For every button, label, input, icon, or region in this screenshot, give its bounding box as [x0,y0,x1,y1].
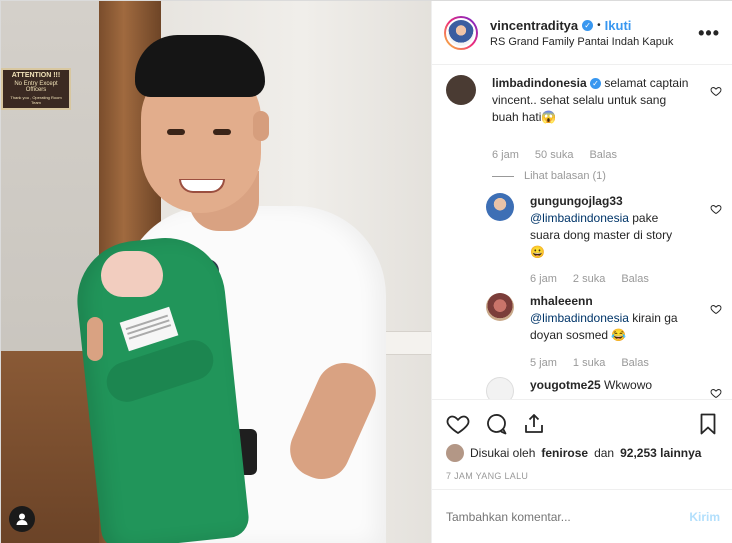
comment-text: limbadindonesia ✓ selamat captain vincen… [492,75,692,126]
user-icon [16,513,28,525]
post-comment-button[interactable]: Kirim [689,510,720,524]
view-replies-button[interactable]: Lihat balasan (1) [492,170,606,182]
reply-item: mhaleeenn @limbadindonesia kirain ga doy… [486,293,726,375]
reply-age: 5 jam [530,357,557,369]
liked-by: Disukai oleh fenirose dan 92,253 lainnya [446,444,701,462]
add-comment-bar: Kirim [432,489,732,543]
view-replies-label: Lihat balasan (1) [524,170,606,182]
add-comment-input[interactable] [446,510,690,524]
replier-avatar[interactable] [486,193,514,221]
liker-avatar[interactable] [446,444,464,462]
reply-mention[interactable]: @limbadindonesia [530,311,629,325]
instagram-post-modal: ATTENTION !!! No Entry Except Officers T… [0,0,732,543]
liked-by-prefix: Disukai oleh [470,446,536,460]
reply-text: mhaleeenn @limbadindonesia kirain ga doy… [530,293,680,344]
like-comment-icon[interactable] [710,85,722,97]
man-ear [253,111,269,141]
commenter-avatar[interactable] [446,75,476,105]
like-heart-icon[interactable] [446,412,470,436]
like-comment-icon[interactable] [710,303,722,315]
reply-meta: 5 jam 1 suka Balas [530,357,649,369]
sign-title: ATTENTION !!! [11,72,61,79]
share-icon[interactable] [522,412,546,436]
reply-mention[interactable]: @limbadindonesia [530,211,629,225]
reply-emoji: 😂 [611,328,627,342]
author-username[interactable]: vincentraditya [490,18,578,33]
bookmark-icon[interactable] [696,412,720,436]
reply-username[interactable]: gungungojlag33 [530,194,623,208]
reply-button[interactable]: Balas [621,357,649,369]
author-row: vincentraditya ✓ • Ikuti [490,18,673,33]
author-avatar[interactable] [444,15,478,50]
reply-content: Wkwowo [604,378,653,392]
comment-emoji: 😱 [541,110,557,124]
like-comment-icon[interactable] [710,387,722,399]
separator-dot: • [597,19,601,31]
replier-avatar[interactable] [486,293,514,321]
post-photo[interactable]: ATTENTION !!! No Entry Except Officers T… [1,1,431,543]
attention-sign: ATTENTION !!! No Entry Except Officers T… [1,68,71,110]
man-hair [135,35,265,97]
post-timestamp[interactable]: 7 JAM YANG LALU [446,471,528,481]
reply-button[interactable]: Balas [621,273,649,285]
reply-text: yougotme25 Wkwowo [530,377,680,394]
reply-button[interactable]: Balas [589,149,617,161]
comment-bubble-icon[interactable] [484,412,508,436]
follow-button[interactable]: Ikuti [605,18,632,33]
reply-likes[interactable]: 2 suka [573,273,605,285]
author-info: vincentraditya ✓ • Ikuti RS Grand Family… [490,18,673,48]
reply-emoji: 😀 [530,245,545,259]
liked-by-count[interactable]: 92,253 lainnya [620,446,701,460]
action-icons [446,412,546,436]
reply-text: gungungojlag33 @limbadindonesia pake sua… [530,193,680,261]
baby-face [101,251,163,297]
comment-meta: 6 jam 50 suka Balas [492,149,617,161]
reply-likes[interactable]: 1 suka [573,357,605,369]
comment-likes[interactable]: 50 suka [535,149,574,161]
reply-username[interactable]: mhaleeenn [530,294,593,308]
man-smile [179,179,225,193]
reply-username[interactable]: yougotme25 [530,378,601,392]
comments-list[interactable]: limbadindonesia ✓ selamat captain vincen… [432,65,732,399]
man-left-eye [167,129,185,135]
post-header: vincentraditya ✓ • Ikuti RS Grand Family… [432,1,732,65]
reply-meta: 6 jam 2 suka Balas [530,273,649,285]
reply-age: 6 jam [530,273,557,285]
like-comment-icon[interactable] [710,203,722,215]
man-right-eye [213,129,231,135]
sign-line-3: Thank you , Operating Room Team [10,95,62,105]
reply-item: yougotme25 Wkwowo [486,377,726,399]
verified-badge-icon: ✓ [582,19,594,31]
reply-item: gungungojlag33 @limbadindonesia pake sua… [486,193,726,285]
liked-by-connector: dan [594,446,615,460]
comment-username[interactable]: limbadindonesia [492,76,587,90]
post-side-panel: vincentraditya ✓ • Ikuti RS Grand Family… [431,1,732,543]
more-options-icon[interactable]: ••• [698,23,720,44]
sign-line-2: No Entry Except Officers [14,81,58,93]
liked-by-user[interactable]: fenirose [541,446,588,460]
post-location[interactable]: RS Grand Family Pantai Indah Kapuk [490,36,673,48]
comment-item: limbadindonesia ✓ selamat captain vincen… [446,75,726,185]
man-hand [87,317,103,361]
replies-divider [492,175,514,177]
verified-badge-icon: ✓ [590,78,602,90]
comment-age: 6 jam [492,149,519,161]
tagged-user-button[interactable] [9,506,35,532]
replier-avatar[interactable] [486,377,514,399]
